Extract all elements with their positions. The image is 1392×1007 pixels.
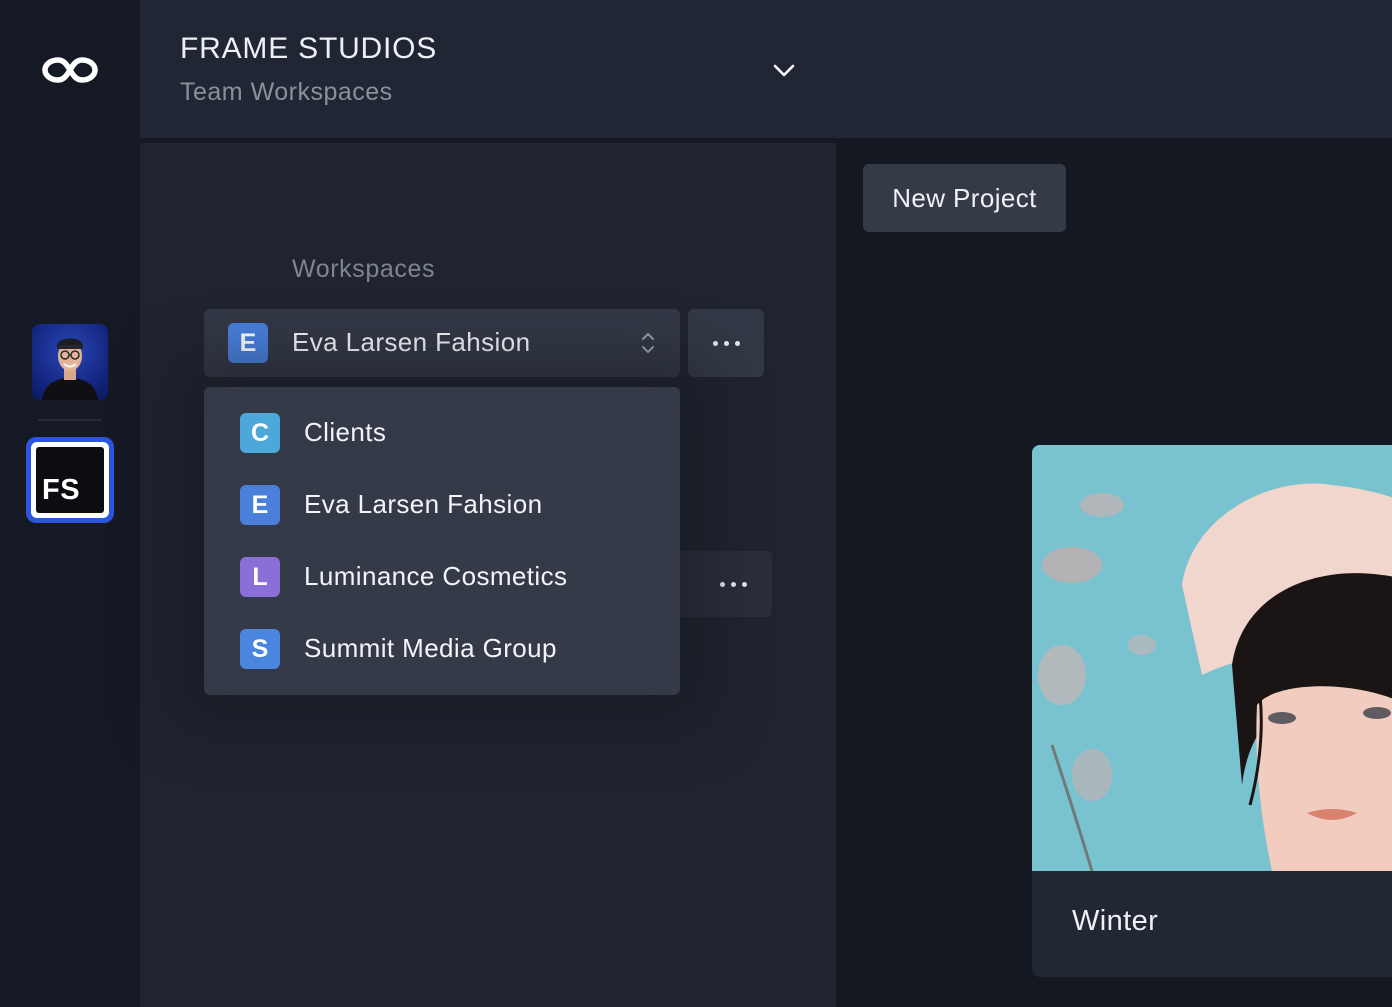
workspace-badge: L xyxy=(240,557,280,597)
project-thumbnail xyxy=(1032,445,1392,871)
new-project-button[interactable]: New Project xyxy=(863,164,1066,232)
project-more-button[interactable] xyxy=(680,551,772,617)
org-subtitle: Team Workspaces xyxy=(180,78,393,106)
dropdown-item-label: Eva Larsen Fahsion xyxy=(304,489,543,519)
workspace-avatar-initials: FS xyxy=(42,474,81,506)
workspace-select[interactable]: E Eva Larsen Fahsion xyxy=(204,309,680,377)
more-horizontal-icon xyxy=(712,340,740,346)
dropdown-item-label: Clients xyxy=(304,417,387,447)
project-card[interactable]: Winter xyxy=(1032,445,1392,977)
dropdown-item-clients[interactable]: C Clients xyxy=(204,397,680,469)
user-avatar[interactable] xyxy=(32,324,108,400)
workspace-badge: S xyxy=(240,629,280,669)
workspace-badge: E xyxy=(228,323,268,363)
project-card-title: Winter xyxy=(1072,905,1159,937)
workspace-panel: Workspaces E Eva Larsen Fahsion C Client… xyxy=(140,143,836,1007)
top-header: FRAME STUDIOS Team Workspaces xyxy=(140,0,1392,138)
dropdown-item-summit[interactable]: S Summit Media Group xyxy=(204,613,680,685)
workspaces-section-label: Workspaces xyxy=(292,255,436,283)
infinity-logo-icon[interactable] xyxy=(42,54,98,86)
chevron-down-icon[interactable] xyxy=(770,58,798,82)
dropdown-item-eva-larsen[interactable]: E Eva Larsen Fahsion xyxy=(204,469,680,541)
up-down-caret-icon xyxy=(642,333,654,353)
workspace-badge: C xyxy=(240,413,280,453)
user-avatar-photo xyxy=(42,338,98,400)
dropdown-item-label: Summit Media Group xyxy=(304,633,557,663)
workspace-select-label: Eva Larsen Fahsion xyxy=(292,327,531,357)
workspace-badge: E xyxy=(240,485,280,525)
workspace-avatar[interactable]: FS xyxy=(26,437,114,523)
org-title: FRAME STUDIOS xyxy=(180,32,438,65)
dropdown-item-luminance[interactable]: L Luminance Cosmetics xyxy=(204,541,680,613)
more-horizontal-icon xyxy=(719,581,747,587)
left-rail: FS xyxy=(0,0,140,1007)
workspace-dropdown-menu: C Clients E Eva Larsen Fahsion L Luminan… xyxy=(204,387,680,695)
rail-divider xyxy=(38,419,102,421)
workspace-more-button[interactable] xyxy=(688,309,764,377)
dropdown-item-label: Luminance Cosmetics xyxy=(304,561,568,591)
